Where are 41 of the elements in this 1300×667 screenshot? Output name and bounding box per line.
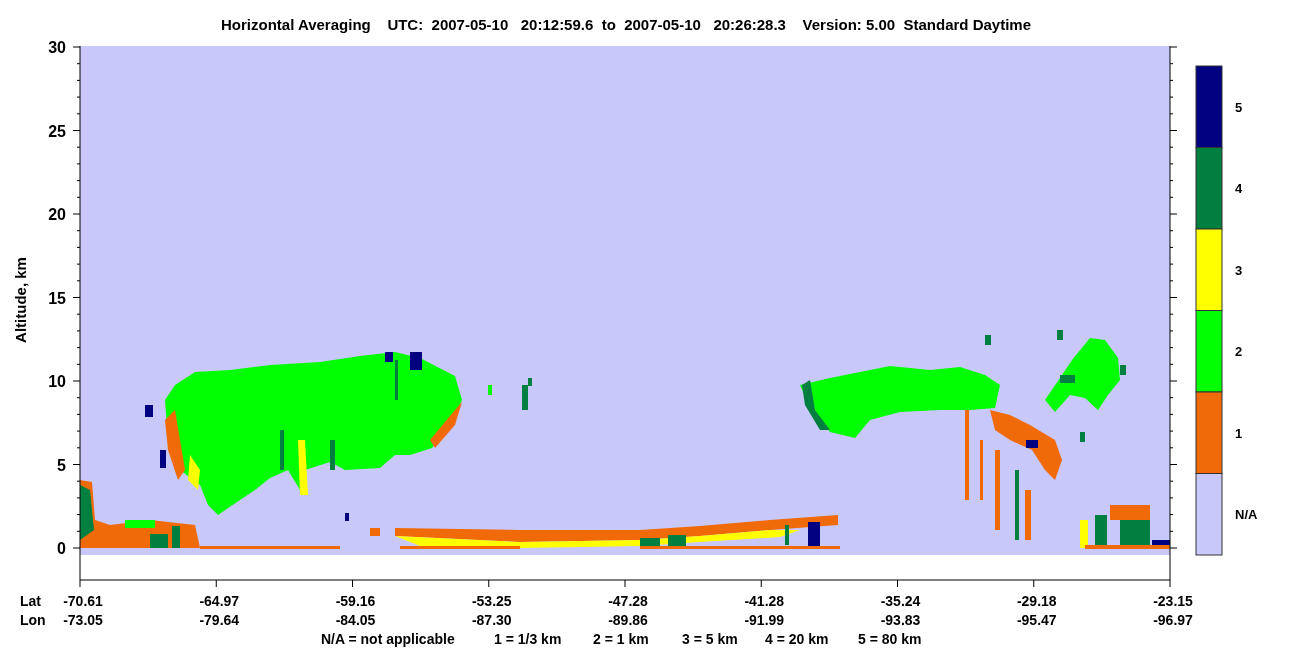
- latitude-label: -29.18: [1016, 593, 1057, 609]
- y-tick-label: 15: [48, 289, 66, 307]
- longitude-label: -87.30: [471, 612, 512, 628]
- legend-entry: 1 = 1/3 km: [494, 631, 562, 647]
- legend-entry: 2 = 1 km: [593, 631, 649, 647]
- chart-title: Horizontal Averaging UTC: 2007-05-10 20:12:59.6 to 2007-05-10 20:26:28.3 Version: 5.00 Standard Daytime: [220, 16, 1032, 33]
- latitude-label: -53.25: [471, 593, 512, 609]
- longitude-label: -91.99: [744, 612, 785, 628]
- longitude-label: -95.47: [1016, 612, 1057, 628]
- latitude-label: -64.97: [199, 593, 240, 609]
- latitude-label: -23.15: [1153, 593, 1193, 609]
- axis-row-label: Lat: [20, 593, 41, 609]
- y-tick-label: 5: [57, 456, 66, 474]
- y-tick-label: 25: [48, 122, 66, 140]
- colorbar-label: 5: [1235, 99, 1243, 115]
- longitude-label: -89.86: [608, 612, 648, 628]
- axis-row-label: Lon: [20, 612, 46, 628]
- latitude-label: -35.24: [880, 593, 921, 609]
- colorbar-label: 3: [1235, 262, 1243, 278]
- longitude-label: -84.05: [335, 612, 376, 628]
- colorbar-label: 2: [1235, 344, 1243, 360]
- longitude-label: -96.97: [1153, 612, 1193, 628]
- y-tick-label: 10: [48, 373, 66, 390]
- colorbar-label: 1: [1235, 425, 1243, 441]
- legend-entry: 5 = 80 km: [858, 631, 922, 647]
- latitude-label: -59.16: [335, 593, 376, 609]
- y-axis-title: Altitude, km: [12, 257, 29, 343]
- y-tick-label: 20: [48, 206, 66, 223]
- latitude-label: -47.28: [608, 593, 648, 609]
- colorbar-label: N/A: [1235, 507, 1258, 523]
- y-tick-label: 0: [57, 540, 66, 557]
- legend-entry: 4 = 20 km: [765, 631, 829, 647]
- legend-entry: 3 = 5 km: [682, 631, 738, 647]
- y-tick-label: 30: [48, 39, 66, 56]
- colorbar-label: 4: [1235, 181, 1243, 197]
- longitude-label: -79.64: [199, 612, 240, 628]
- legend-entry: N/A = not applicable: [321, 631, 455, 647]
- latitude-label: -41.28: [744, 593, 785, 609]
- longitude-label: -73.05: [63, 612, 103, 628]
- longitude-label: -93.83: [880, 612, 921, 628]
- latitude-label: -70.61: [63, 593, 103, 609]
